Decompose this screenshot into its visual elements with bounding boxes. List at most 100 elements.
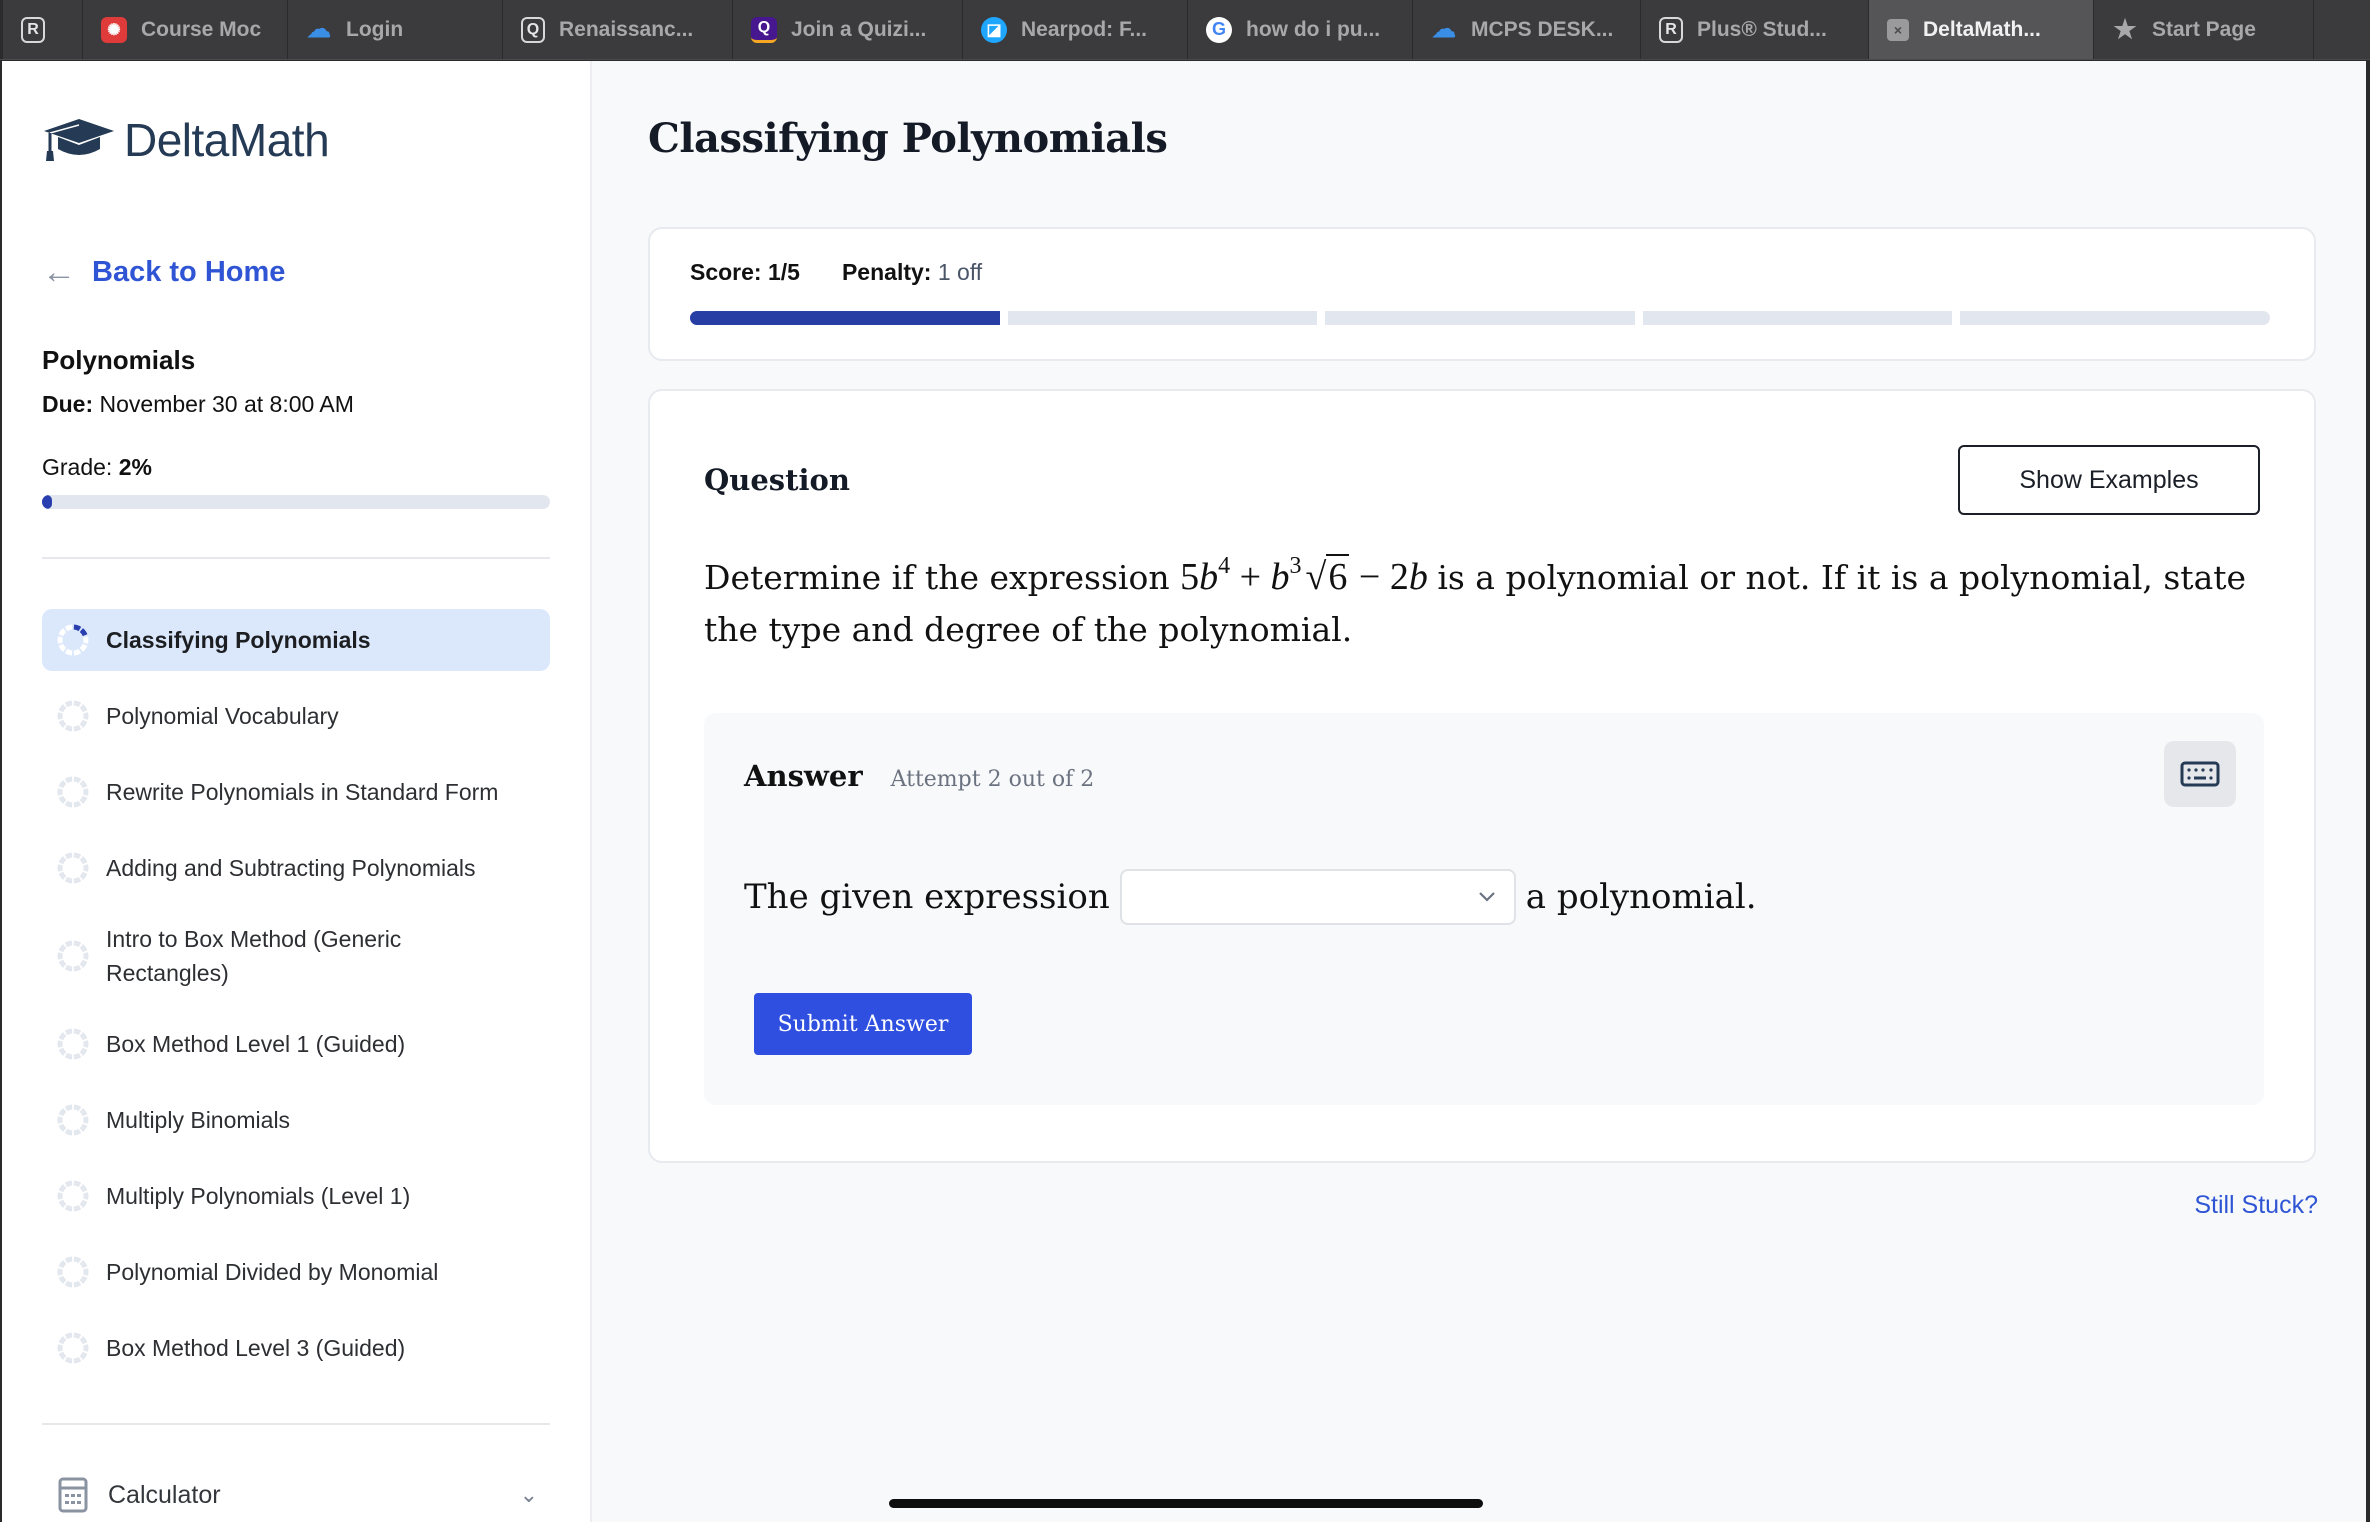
sidebar-skill-item[interactable]: Classifying Polynomials <box>42 609 550 671</box>
skill-label: Multiply Polynomials (Level 1) <box>106 1183 411 1209</box>
score-progress-segments <box>690 311 2270 325</box>
browser-tab-label: Start Page <box>2152 17 2256 41</box>
cloud-icon: ☁ <box>307 16 331 43</box>
r-letter-icon: R <box>1659 16 1683 43</box>
expr-var: b <box>1199 556 1219 598</box>
grade-progress-fill <box>42 495 53 509</box>
submit-answer-button[interactable]: Submit Answer <box>754 993 972 1055</box>
expr-operator: − <box>1358 556 1381 598</box>
sidebar-skill-item[interactable]: Box Method Level 1 (Guided) <box>42 1013 550 1075</box>
browser-tab[interactable]: ☁ Login <box>288 0 503 59</box>
calculator-label: Calculator <box>108 1480 221 1509</box>
sidebar-skill-item[interactable]: Multiply Polynomials (Level 1) <box>42 1165 550 1227</box>
browser-tab[interactable]: ✺ Course Moc <box>83 0 288 59</box>
browser-tab[interactable]: ☁ MCPS DESK... <box>1413 0 1641 59</box>
attempt-counter: Attempt 2 out of 2 <box>890 767 1095 792</box>
main-content: Classifying Polynomials Score: 1/5 Penal… <box>594 61 2366 1522</box>
browser-tab[interactable]: ★ Start Page <box>2094 0 2314 59</box>
chevron-down-icon <box>1478 892 1495 902</box>
close-tab-icon[interactable]: × <box>1887 18 1909 41</box>
grade: Grade: 2% <box>42 454 152 481</box>
grade-label: Grade: <box>42 454 113 480</box>
answer-label: Answer <box>744 759 863 793</box>
browser-tab-label: how do i pu... <box>1246 17 1381 41</box>
score-line: Score: 1/5 Penalty: 1 off <box>690 259 982 286</box>
grade-progress-bar <box>42 495 550 509</box>
due-label: Due: <box>42 391 94 417</box>
penalty-label: Penalty: <box>841 259 932 285</box>
skill-label: Rewrite Polynomials in Standard Form <box>106 779 499 805</box>
expr-exponent: 3 <box>1289 553 1302 579</box>
browser-tab-label: MCPS DESK... <box>1471 17 1614 41</box>
sidebar-skill-item[interactable]: Box Method Level 3 (Guided) <box>42 1317 550 1379</box>
quizizz-icon: Q <box>751 16 777 43</box>
browser-tab[interactable]: Q Renaissanc... <box>503 0 733 59</box>
score-segment <box>1007 311 1318 325</box>
math-keyboard-button[interactable] <box>2164 741 2236 807</box>
progress-ring-icon <box>57 700 89 732</box>
expr-coef: 5 <box>1180 556 1200 598</box>
sidebar-divider <box>42 557 550 559</box>
sidebar-skill-item[interactable]: Adding and Subtracting Polynomials <box>42 837 550 899</box>
calculator-toggle[interactable]: Calculator ⌄ <box>58 1477 538 1513</box>
assignment-title: Polynomials <box>42 345 196 375</box>
score-segment <box>1960 311 2270 325</box>
show-examples-button[interactable]: Show Examples <box>1958 445 2260 515</box>
browser-tab-label: Nearpod: F... <box>1021 17 1148 41</box>
progress-ring-icon <box>57 624 89 656</box>
nearpod-icon: ◪ <box>981 16 1007 43</box>
browser-tab[interactable]: Ghow do i pu... <box>1188 0 1413 59</box>
score-value: 1/5 <box>767 259 800 285</box>
progress-ring-icon <box>57 1180 89 1212</box>
browser-tab[interactable]: R Plus® Stud... <box>1641 0 1869 59</box>
is-polynomial-dropdown[interactable] <box>1119 869 1516 925</box>
math-expression: 5b4 + b3 √6 − 2b <box>1180 553 1437 598</box>
calculator-icon <box>58 1477 88 1513</box>
due-date: Due: November 30 at 8:00 AM <box>42 391 354 418</box>
chevron-down-icon: ⌄ <box>519 1482 538 1507</box>
penalty-value: 1 off <box>937 259 983 285</box>
sidebar-skill-item[interactable]: Polynomial Vocabulary <box>42 685 550 747</box>
arrow-left-icon: ← <box>42 253 76 291</box>
sidebar-skill-item[interactable]: Multiply Binomials <box>42 1089 550 1151</box>
answer-sentence: The given expression a polynomial. <box>744 869 1757 925</box>
square-root: √6 <box>1305 554 1350 598</box>
deltamath-logo[interactable]: DeltaMath <box>42 113 330 167</box>
progress-ring-icon <box>57 1332 89 1364</box>
browser-tab[interactable]: ◪ Nearpod: F... <box>963 0 1188 59</box>
browser-tab-bar: R ✺ Course Moc ☁ Login Q Renaissanc... Q Join a … <box>0 0 2370 60</box>
expr-exponent: 4 <box>1218 553 1231 579</box>
question-label: Question <box>704 463 850 497</box>
expr-coef: 2 <box>1389 556 1409 598</box>
deltamath-page: DeltaMath ← Back to Home Polynomials Due… <box>2 61 2366 1522</box>
back-to-home-link[interactable]: ← Back to Home <box>42 253 285 292</box>
score: Score: 1/5 <box>690 259 800 286</box>
still-stuck-link[interactable]: Still Stuck? <box>2194 1191 2318 1220</box>
progress-ring-icon <box>57 1104 89 1136</box>
due-value: November 30 at 8:00 AM <box>99 391 354 417</box>
question-text: Determine if the expression 5b4 + b3 √6 −… <box>704 551 2274 656</box>
answer-header: Answer Attempt 2 out of 2 <box>744 759 1094 793</box>
sidebar-skill-item[interactable]: Polynomial Divided by Monomial <box>42 1241 550 1303</box>
skill-label: Multiply Binomials <box>106 1107 291 1133</box>
sidebar-skill-item[interactable]: Intro to Box Method (Generic Rectangles) <box>42 913 550 999</box>
expr-operator: + <box>1239 556 1262 598</box>
browser-tab[interactable]: Q Join a Quizi... <box>733 0 963 59</box>
radicand: 6 <box>1326 554 1350 598</box>
back-to-home-label: Back to Home <box>92 256 286 288</box>
q-letter-icon: Q <box>521 16 545 43</box>
answer-suffix: a polynomial. <box>1525 877 1757 917</box>
score-card: Score: 1/5 Penalty: 1 off <box>648 227 2316 361</box>
browser-tab-label: Login <box>346 17 404 41</box>
browser-tab[interactable]: R <box>3 0 83 59</box>
expr-var: b <box>1270 556 1290 598</box>
browser-tab[interactable]: × DeltaMath... <box>1869 0 2094 59</box>
expr-var: b <box>1408 556 1428 598</box>
answer-section: Answer Attempt 2 out of 2 The given expr… <box>704 713 2264 1105</box>
score-segment <box>1642 311 1953 325</box>
browser-tab-label: DeltaMath... <box>1923 17 2041 41</box>
sidebar-skill-item[interactable]: Rewrite Polynomials in Standard Form <box>42 761 550 823</box>
skill-label: Classifying Polynomials <box>106 627 371 653</box>
penalty: Penalty: 1 off <box>842 259 982 286</box>
skill-label: Intro to Box Method (Generic Rectangles) <box>106 926 402 986</box>
